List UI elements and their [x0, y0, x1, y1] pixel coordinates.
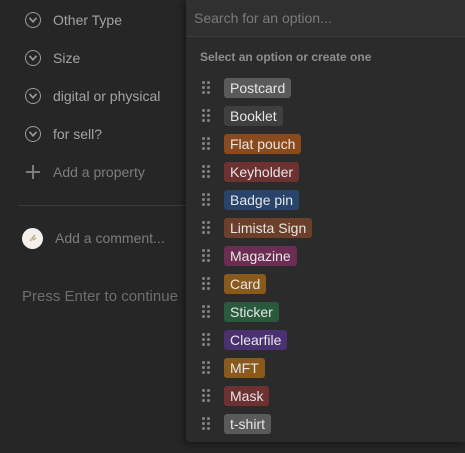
option-tag: MFT	[224, 358, 265, 378]
drag-handle-icon[interactable]	[202, 81, 212, 95]
search-input[interactable]	[194, 4, 456, 32]
option-list: Postcard Booklet Flat pouch Keyholder Ba…	[186, 74, 465, 438]
option-mask[interactable]: Mask	[186, 382, 465, 410]
property-row-other-type[interactable]: Other Type	[22, 8, 122, 32]
option-tag: Badge pin	[224, 190, 300, 210]
drag-handle-icon[interactable]	[202, 137, 212, 151]
drag-handle-icon[interactable]	[202, 361, 212, 375]
option-tag: Flat pouch	[224, 134, 302, 154]
drag-handle-icon[interactable]	[202, 221, 212, 235]
drag-handle-icon[interactable]	[202, 333, 212, 347]
option-t-shirt[interactable]: t-shirt	[186, 410, 465, 438]
option-flat-pouch[interactable]: Flat pouch	[186, 130, 465, 158]
option-sticker[interactable]: Sticker	[186, 298, 465, 326]
search-box	[186, 0, 465, 37]
divider	[18, 205, 198, 206]
comment-placeholder: Add a comment...	[55, 230, 165, 246]
page: Other Type Size digital or physical for …	[0, 0, 465, 453]
option-tag: Magazine	[224, 246, 297, 266]
add-property-label: Add a property	[53, 164, 145, 180]
property-label: Size	[53, 50, 81, 66]
drag-handle-icon[interactable]	[202, 417, 212, 431]
option-tag: Sticker	[224, 302, 279, 322]
property-label: digital or physical	[53, 88, 161, 104]
select-property-icon	[25, 50, 41, 66]
option-tag: Clearfile	[224, 330, 288, 350]
select-property-icon	[25, 12, 41, 28]
property-label: for sell?	[53, 126, 103, 142]
property-row-digital-or-physical[interactable]: digital or physical	[22, 84, 160, 108]
section-label: Select an option or create one	[200, 50, 372, 64]
drag-handle-icon[interactable]	[202, 277, 212, 291]
option-limista-sign[interactable]: Limista Sign	[186, 214, 465, 242]
property-label: Other Type	[53, 12, 123, 28]
add-comment-field[interactable]: Add a comment...	[22, 226, 165, 250]
option-tag: Postcard	[224, 78, 292, 98]
option-magazine[interactable]: Magazine	[186, 242, 465, 270]
avatar	[22, 227, 43, 249]
drag-handle-icon[interactable]	[202, 109, 212, 123]
option-booklet[interactable]: Booklet	[186, 102, 465, 130]
plus-icon	[25, 164, 41, 180]
option-tag: t-shirt	[224, 414, 271, 434]
property-row-for-sell[interactable]: for sell?	[22, 122, 102, 146]
drag-handle-icon[interactable]	[202, 165, 212, 179]
option-clearfile[interactable]: Clearfile	[186, 326, 465, 354]
drag-handle-icon[interactable]	[202, 305, 212, 319]
select-property-icon	[25, 126, 41, 142]
select-property-icon	[25, 88, 41, 104]
option-keyholder[interactable]: Keyholder	[186, 158, 465, 186]
option-postcard[interactable]: Postcard	[186, 74, 465, 102]
option-card[interactable]: Card	[186, 270, 465, 298]
option-badge-pin[interactable]: Badge pin	[186, 186, 465, 214]
drag-handle-icon[interactable]	[202, 249, 212, 263]
option-tag: Keyholder	[224, 162, 300, 182]
option-tag: Limista Sign	[224, 218, 313, 238]
press-enter-hint: Press Enter to continue	[22, 288, 178, 305]
option-tag: Mask	[224, 386, 270, 406]
drag-handle-icon[interactable]	[202, 193, 212, 207]
option-tag: Card	[224, 274, 267, 294]
add-property-button[interactable]: Add a property	[22, 160, 145, 184]
drag-handle-icon[interactable]	[202, 389, 212, 403]
option-mft[interactable]: MFT	[186, 354, 465, 382]
property-row-size[interactable]: Size	[22, 46, 80, 70]
option-tag: Booklet	[224, 106, 283, 126]
option-dropdown: Select an option or create one Postcard …	[186, 0, 465, 442]
